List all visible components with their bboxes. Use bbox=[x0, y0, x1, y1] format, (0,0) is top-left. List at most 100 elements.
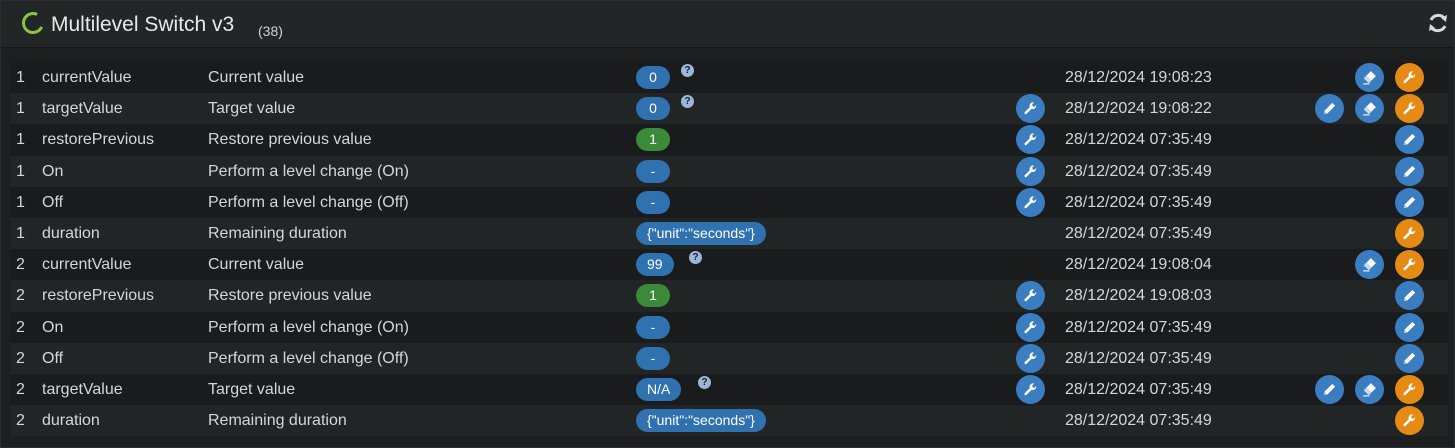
configure-button[interactable] bbox=[1016, 281, 1045, 311]
clear-button[interactable] bbox=[1355, 63, 1384, 92]
table-row: 2 currentValue Current value 99? 28/12/2024 … bbox=[10, 249, 1448, 281]
value-label: Perform a level change (Off) bbox=[208, 349, 409, 367]
update-timestamp: 28/12/2024 07:35:49 bbox=[1065, 349, 1212, 367]
clear-button[interactable] bbox=[1355, 374, 1384, 404]
value-key: On bbox=[42, 162, 64, 180]
eraser-icon bbox=[1363, 258, 1376, 272]
update-timestamp: 28/12/2024 07:35:49 bbox=[1065, 380, 1212, 398]
wrench-icon bbox=[1403, 414, 1416, 427]
value-key: targetValue bbox=[42, 380, 123, 398]
edit-button[interactable] bbox=[1395, 156, 1424, 186]
edit-button[interactable] bbox=[1395, 125, 1424, 155]
values-table: 1 currentValue Current value 0? 28/12/2024 1… bbox=[10, 62, 1448, 437]
value-key: Off bbox=[42, 193, 64, 211]
edit-button[interactable] bbox=[1395, 312, 1424, 342]
configure-button[interactable] bbox=[1016, 187, 1045, 217]
value-key: currentValue bbox=[42, 69, 132, 86]
pencil-icon bbox=[1323, 383, 1336, 396]
value-badge: 1 bbox=[636, 284, 670, 308]
value-badge: 0 bbox=[636, 97, 670, 121]
value-badge: - bbox=[636, 190, 670, 214]
update-timestamp: 28/12/2024 19:08:03 bbox=[1065, 287, 1212, 305]
value-label: Remaining duration bbox=[208, 412, 347, 430]
wrench-icon bbox=[1024, 289, 1037, 302]
value-badge: {"unit":"seconds"} bbox=[636, 221, 766, 245]
instance-id: 2 bbox=[16, 412, 25, 430]
value-key: restorePrevious bbox=[42, 287, 155, 305]
table-row: 2 duration Remaining duration {"unit":"seco… bbox=[10, 405, 1448, 437]
value-key: duration bbox=[42, 224, 100, 242]
table-row: 2 On Perform a level change (On) - 28/12/202… bbox=[10, 311, 1448, 343]
instance-id: 1 bbox=[16, 100, 25, 118]
configure-button[interactable] bbox=[1016, 312, 1045, 342]
settings-button[interactable] bbox=[1395, 406, 1424, 436]
wrench-icon bbox=[1024, 352, 1037, 364]
value-label: Target value bbox=[208, 380, 296, 398]
pencil-icon bbox=[1403, 196, 1416, 208]
update-timestamp: 28/12/2024 07:35:49 bbox=[1065, 162, 1212, 180]
panel-header: Multilevel Switch v3 (38) bbox=[1, 1, 1454, 48]
help-icon[interactable]: ? bbox=[681, 64, 694, 77]
pencil-icon bbox=[1403, 352, 1416, 364]
table-row: 1 On Perform a level change (On) - 28/12/202… bbox=[10, 155, 1448, 187]
clear-button[interactable] bbox=[1355, 250, 1384, 280]
instance-id: 2 bbox=[16, 349, 25, 367]
instance-id: 2 bbox=[16, 380, 25, 398]
value-label: Perform a level change (On) bbox=[208, 162, 409, 180]
value-badge: 1 bbox=[636, 128, 670, 152]
wrench-icon bbox=[1024, 320, 1037, 333]
settings-button[interactable] bbox=[1395, 63, 1424, 92]
value-key: Off bbox=[42, 349, 64, 367]
table-row: 1 Off Perform a level change (Off) - 28/12/2… bbox=[10, 186, 1448, 218]
value-label: Target value bbox=[208, 100, 296, 118]
instance-id: 1 bbox=[16, 131, 25, 149]
help-icon[interactable]: ? bbox=[689, 251, 702, 265]
configure-button[interactable] bbox=[1016, 374, 1045, 404]
status-ring-icon bbox=[18, 8, 48, 38]
eraser-icon bbox=[1363, 383, 1376, 397]
instance-id: 1 bbox=[16, 193, 25, 211]
eraser-icon bbox=[1363, 102, 1376, 116]
configure-button[interactable] bbox=[1016, 125, 1045, 155]
pencil-icon bbox=[1403, 134, 1416, 146]
edit-button[interactable] bbox=[1315, 94, 1344, 124]
update-timestamp: 28/12/2024 07:35:49 bbox=[1065, 193, 1212, 211]
value-badge: {"unit":"seconds"} bbox=[636, 409, 766, 433]
value-badge: 99 bbox=[636, 253, 674, 277]
refresh-icon[interactable] bbox=[1426, 11, 1450, 35]
wrench-icon bbox=[1403, 102, 1416, 115]
value-label: Perform a level change (On) bbox=[208, 318, 409, 336]
configure-button[interactable] bbox=[1016, 156, 1045, 186]
settings-button[interactable] bbox=[1395, 250, 1424, 280]
value-key: On bbox=[42, 318, 64, 336]
settings-button[interactable] bbox=[1395, 94, 1424, 124]
value-badge: - bbox=[636, 315, 670, 339]
edit-button[interactable] bbox=[1395, 343, 1424, 373]
clear-button[interactable] bbox=[1355, 94, 1384, 124]
wrench-icon bbox=[1024, 164, 1037, 177]
table-row: 1 restorePrevious Restore previous value 1 2… bbox=[10, 124, 1448, 156]
wrench-icon bbox=[1403, 258, 1416, 271]
wrench-icon bbox=[1403, 71, 1416, 84]
pencil-icon bbox=[1403, 290, 1416, 302]
value-key: duration bbox=[42, 412, 100, 430]
value-key: targetValue bbox=[42, 100, 123, 118]
settings-button[interactable] bbox=[1395, 218, 1424, 248]
update-timestamp: 28/12/2024 07:35:49 bbox=[1065, 412, 1212, 430]
instance-id: 1 bbox=[16, 69, 25, 86]
table-row: 1 targetValue Target value 0? 28/12/2024 19:… bbox=[10, 93, 1448, 125]
edit-button[interactable] bbox=[1395, 187, 1424, 217]
value-label: Restore previous value bbox=[208, 131, 372, 149]
pencil-icon bbox=[1403, 165, 1416, 177]
edit-button[interactable] bbox=[1395, 281, 1424, 311]
configure-button[interactable] bbox=[1016, 94, 1045, 124]
edit-button[interactable] bbox=[1315, 374, 1344, 404]
table-row: 2 Off Perform a level change (Off) - 28/12/2… bbox=[10, 342, 1448, 374]
wrench-icon bbox=[1403, 227, 1416, 240]
help-icon[interactable]: ? bbox=[681, 95, 694, 109]
configure-button[interactable] bbox=[1016, 343, 1045, 373]
wrench-icon bbox=[1024, 102, 1037, 115]
help-icon[interactable]: ? bbox=[698, 375, 711, 389]
update-timestamp: 28/12/2024 07:35:49 bbox=[1065, 131, 1212, 149]
settings-button[interactable] bbox=[1395, 374, 1424, 404]
